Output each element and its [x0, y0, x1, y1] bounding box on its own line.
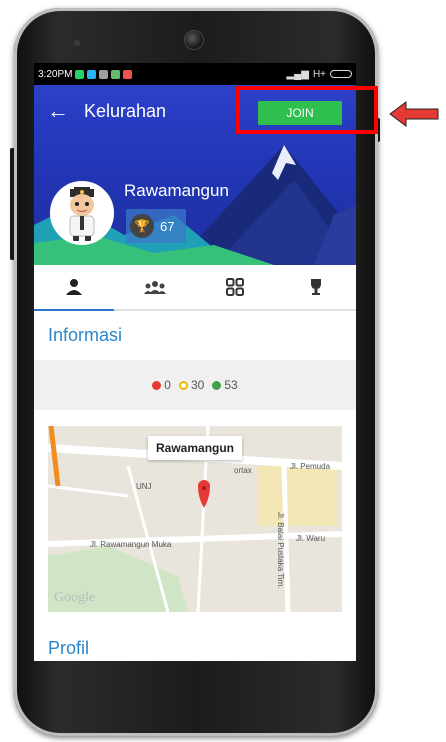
status-time: 3:20PM	[38, 68, 73, 80]
tab-indicator	[34, 309, 114, 311]
person-icon	[66, 279, 83, 295]
tab-grid[interactable]	[195, 265, 276, 309]
map-pin-label: Rawamangun	[148, 436, 243, 460]
location-map[interactable]: Rawamangun Jl. Pemuda UNJ Jl. Rawamangun…	[48, 426, 342, 612]
stat-red-value: 0	[164, 378, 171, 392]
google-watermark: Google	[54, 590, 96, 605]
stat-green: 53	[212, 378, 238, 392]
speaker	[74, 40, 80, 46]
battery-icon	[330, 70, 352, 78]
mail-icon	[123, 69, 133, 79]
map-place-label: ortax	[234, 466, 252, 475]
tab-trophy[interactable]	[276, 265, 357, 309]
stat-red: 0	[152, 378, 171, 392]
signal-icon: ▂▄▆	[286, 68, 309, 80]
stage: 3:20PM ▂▄▆ H+ ← Kelurahan JOIN Rawamangu…	[0, 0, 446, 742]
minus-circle-icon	[152, 381, 162, 390]
profil-heading: Profil	[48, 638, 90, 658]
score-value: 67	[160, 218, 175, 234]
trophy-icon: 🏆	[130, 214, 154, 238]
app-screen: 3:20PM ▂▄▆ H+ ← Kelurahan JOIN Rawamangu…	[34, 63, 356, 661]
map-place-label: UNJ	[136, 482, 152, 491]
app-icon	[99, 69, 109, 79]
map-street-label: Jl. Waru	[296, 534, 326, 543]
stat-yellow: 30	[178, 378, 205, 392]
profile-name: Rawamangun	[124, 181, 229, 200]
tab-bar	[34, 265, 356, 311]
informasi-heading: Informasi	[48, 325, 123, 345]
status-bar: 3:20PM ▂▄▆ H+	[34, 63, 356, 85]
trophy-icon	[310, 279, 321, 295]
score-badge: 🏆 67	[126, 209, 186, 243]
map-street-label: Jl. Rawamangun Muka	[90, 540, 172, 549]
clock-icon	[178, 381, 188, 390]
status-right: ▂▄▆ H+	[286, 69, 352, 80]
front-camera	[184, 30, 204, 50]
check-circle-icon	[212, 381, 222, 390]
tab-profile[interactable]	[34, 265, 115, 309]
tab-members[interactable]	[115, 265, 196, 309]
official-avatar-icon	[69, 187, 95, 241]
stat-green-value: 53	[224, 378, 238, 392]
page-title: Kelurahan	[84, 100, 167, 121]
annotation-arrow-icon	[389, 101, 439, 127]
whatsapp-icon	[75, 69, 85, 79]
app-icon	[87, 69, 97, 79]
join-highlight-box	[236, 86, 378, 134]
avatar	[50, 181, 114, 245]
stat-yellow-value: 30	[190, 378, 205, 392]
map-street-label: Jl. Pemuda	[290, 462, 331, 471]
network-type: H+	[312, 68, 326, 80]
stats-row: 0 30 53	[34, 360, 356, 410]
map-street-label: Jl. Balai Pustaka Tim.	[276, 512, 285, 589]
app-icon	[111, 69, 121, 79]
back-arrow-icon[interactable]: ←	[40, 85, 76, 137]
grid-icon	[226, 278, 245, 296]
group-icon	[143, 281, 166, 294]
